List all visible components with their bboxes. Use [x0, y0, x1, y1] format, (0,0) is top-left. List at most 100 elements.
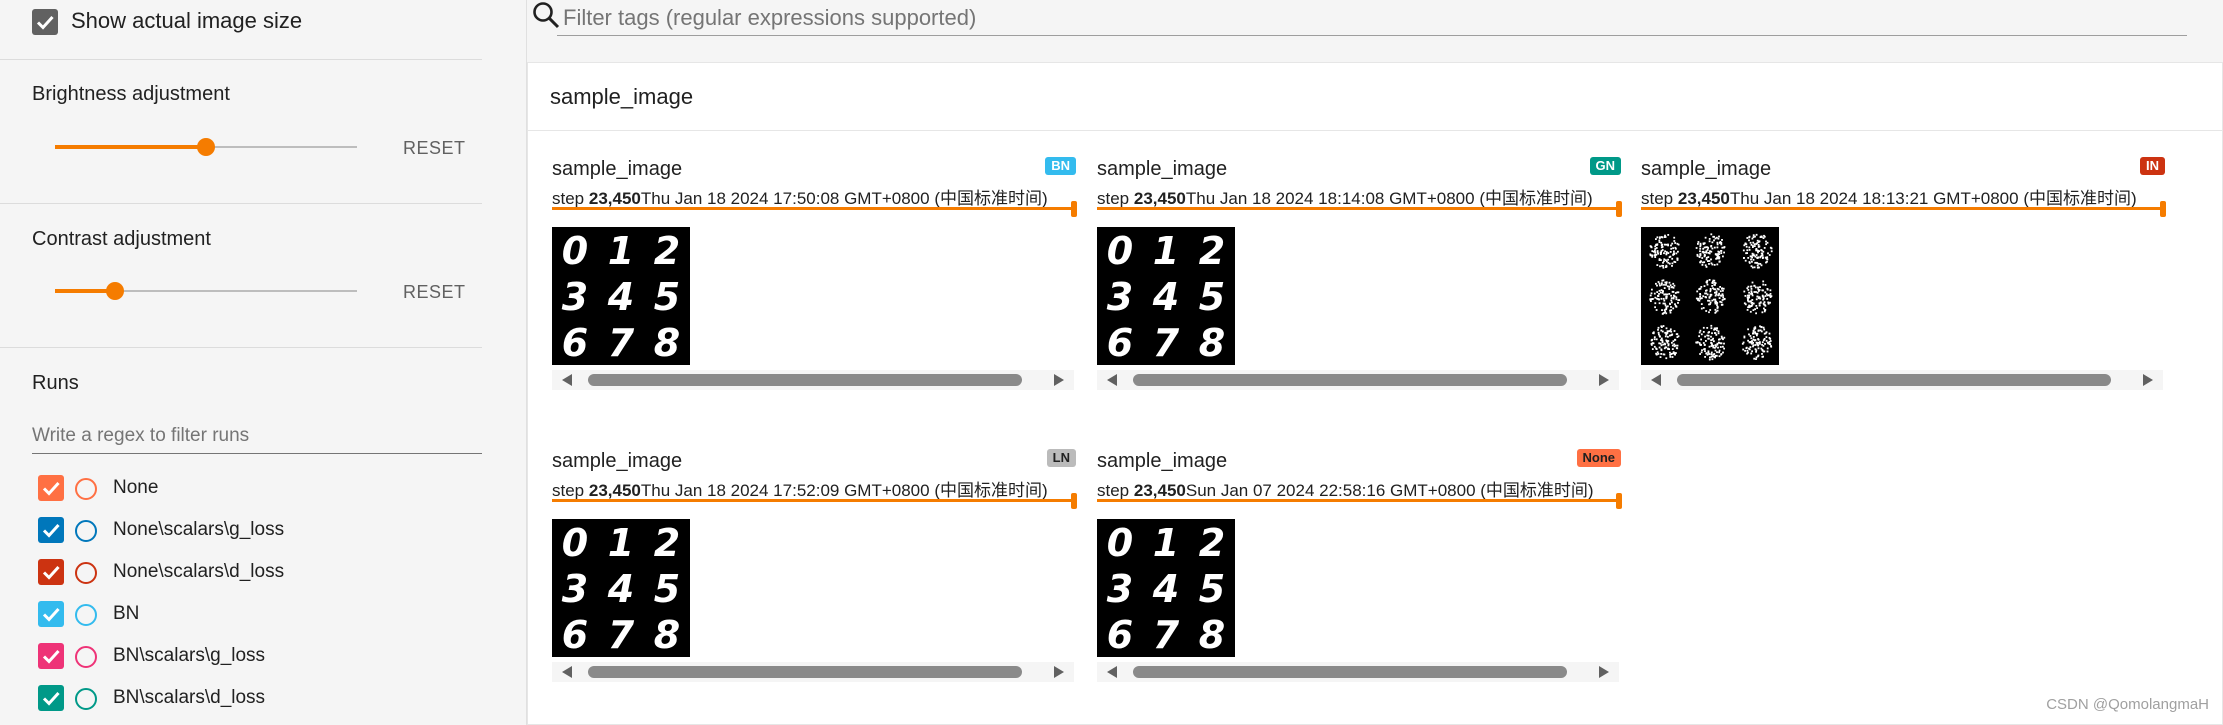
- run-checkbox[interactable]: [38, 559, 64, 585]
- noise-pixel: [1760, 254, 1763, 257]
- runs-filter-input[interactable]: [32, 418, 482, 454]
- noise-pixel: [1660, 353, 1663, 355]
- scroll-left-arrow-icon[interactable]: [562, 666, 572, 678]
- step-slider[interactable]: [552, 201, 1077, 217]
- noise-pixel: [1672, 247, 1674, 250]
- scroll-left-arrow-icon[interactable]: [1107, 666, 1117, 678]
- run-color-circle[interactable]: [75, 478, 97, 500]
- noise-pixel: [1658, 259, 1661, 261]
- noise-pixel: [1654, 296, 1657, 299]
- scroll-right-arrow-icon[interactable]: [1054, 374, 1064, 386]
- noise-pixel: [1700, 344, 1702, 346]
- step-slider-thumb[interactable]: [1071, 201, 1077, 217]
- scroll-left-arrow-icon[interactable]: [1107, 374, 1117, 386]
- run-item[interactable]: BN\scalars\g_loss: [0, 638, 482, 674]
- step-slider-track: [1097, 207, 1619, 210]
- noise-pixel: [1754, 344, 1757, 346]
- step-slider-thumb[interactable]: [1616, 493, 1622, 509]
- noise-pixel: [1721, 337, 1723, 340]
- noise-pixel: [1746, 237, 1749, 239]
- run-checkbox[interactable]: [38, 601, 64, 627]
- step-slider[interactable]: [1097, 493, 1622, 509]
- scroll-right-arrow-icon[interactable]: [1599, 374, 1609, 386]
- noise-pixel: [1722, 294, 1724, 297]
- step-slider-thumb[interactable]: [1616, 201, 1622, 217]
- group-header[interactable]: sample_image: [528, 63, 2223, 131]
- scroll-left-arrow-icon[interactable]: [1651, 374, 1661, 386]
- noise-pixel: [1663, 260, 1665, 263]
- noise-pixel: [1671, 257, 1674, 260]
- run-item[interactable]: None: [0, 470, 482, 506]
- sample-image[interactable]: 0 1 2 3 4 5 6 7 8: [1097, 227, 1235, 365]
- run-color-circle[interactable]: [75, 604, 97, 626]
- digit-label: 5: [654, 567, 680, 611]
- run-item[interactable]: None\scalars\d_loss: [0, 554, 482, 590]
- sample-image[interactable]: 0 1 2 3 4 5 6 7 8: [552, 519, 690, 657]
- noise-pixel: [1713, 356, 1716, 358]
- noise-pixel: [1749, 335, 1752, 337]
- contrast-reset-button[interactable]: RESET: [403, 282, 466, 303]
- run-checkbox[interactable]: [38, 475, 64, 501]
- run-item[interactable]: BN\scalars\d_loss: [0, 680, 482, 716]
- noise-pixel: [1659, 265, 1661, 268]
- noise-pixel: [1665, 327, 1668, 330]
- noise-pixel: [1710, 335, 1712, 338]
- noise-pixel: [1766, 258, 1769, 261]
- horizontal-scrollbar[interactable]: [1097, 662, 1619, 682]
- run-item[interactable]: None\scalars\g_loss: [0, 512, 482, 548]
- noise-pixel: [1699, 293, 1702, 296]
- run-item[interactable]: BN: [0, 596, 482, 632]
- run-checkbox[interactable]: [38, 685, 64, 711]
- step-slider[interactable]: [1641, 201, 2166, 217]
- brightness-slider-thumb[interactable]: [197, 138, 215, 156]
- horizontal-scrollbar[interactable]: [552, 370, 1074, 390]
- contrast-slider-thumb[interactable]: [106, 282, 125, 300]
- noise-pixel: [1658, 282, 1661, 285]
- run-color-circle[interactable]: [75, 562, 97, 584]
- sample-image[interactable]: 0 1 2 3 4 5 6 7 8: [1097, 519, 1235, 657]
- run-color-circle[interactable]: [75, 520, 97, 542]
- scrollbar-thumb[interactable]: [1133, 374, 1567, 386]
- noise-pixel: [1705, 250, 1708, 253]
- sample-image[interactable]: 0 1 2 3 4 5 6 7 8: [552, 227, 690, 365]
- noise-pixel: [1770, 345, 1772, 347]
- scroll-right-arrow-icon[interactable]: [2143, 374, 2153, 386]
- run-checkbox[interactable]: [38, 643, 64, 669]
- noise-pixel: [1675, 352, 1677, 354]
- scrollbar-thumb[interactable]: [588, 666, 1022, 678]
- show-actual-size-checkbox[interactable]: [32, 9, 58, 35]
- scrollbar-thumb[interactable]: [588, 374, 1022, 386]
- step-slider[interactable]: [1097, 201, 1622, 217]
- horizontal-scrollbar[interactable]: [552, 662, 1074, 682]
- noise-pixel: [1718, 235, 1720, 238]
- noise-pixel: [1704, 348, 1706, 350]
- step-slider[interactable]: [552, 493, 1077, 509]
- brightness-reset-button[interactable]: RESET: [403, 138, 466, 159]
- sample-image[interactable]: [1641, 227, 1779, 365]
- scroll-right-arrow-icon[interactable]: [1054, 666, 1064, 678]
- contrast-slider[interactable]: [55, 280, 357, 302]
- brightness-slider[interactable]: [55, 136, 357, 158]
- noise-pixel: [1710, 233, 1713, 236]
- scrollbar-thumb[interactable]: [1133, 666, 1567, 678]
- image-card: sample_image IN step 23,450Thu Jan 18 2024…: [1641, 145, 2166, 415]
- horizontal-scrollbar[interactable]: [1641, 370, 2163, 390]
- noise-pixel: [1700, 260, 1702, 263]
- digit-label: 5: [654, 275, 680, 319]
- noise-pixel: [1674, 242, 1677, 244]
- scrollbar-thumb[interactable]: [1677, 374, 2111, 386]
- tag-filter-input[interactable]: [557, 0, 2187, 36]
- scroll-right-arrow-icon[interactable]: [1599, 666, 1609, 678]
- noise-pixel: [1718, 351, 1720, 354]
- noise-pixel: [1750, 285, 1753, 288]
- scroll-left-arrow-icon[interactable]: [562, 374, 572, 386]
- run-color-circle[interactable]: [75, 688, 97, 710]
- step-slider-track: [1097, 499, 1619, 502]
- run-color-circle[interactable]: [75, 646, 97, 668]
- run-checkbox[interactable]: [38, 517, 64, 543]
- noise-pixel: [1711, 285, 1714, 287]
- step-slider-thumb[interactable]: [1071, 493, 1077, 509]
- step-slider-thumb[interactable]: [2160, 201, 2166, 217]
- noise-pixel: [1675, 252, 1678, 255]
- horizontal-scrollbar[interactable]: [1097, 370, 1619, 390]
